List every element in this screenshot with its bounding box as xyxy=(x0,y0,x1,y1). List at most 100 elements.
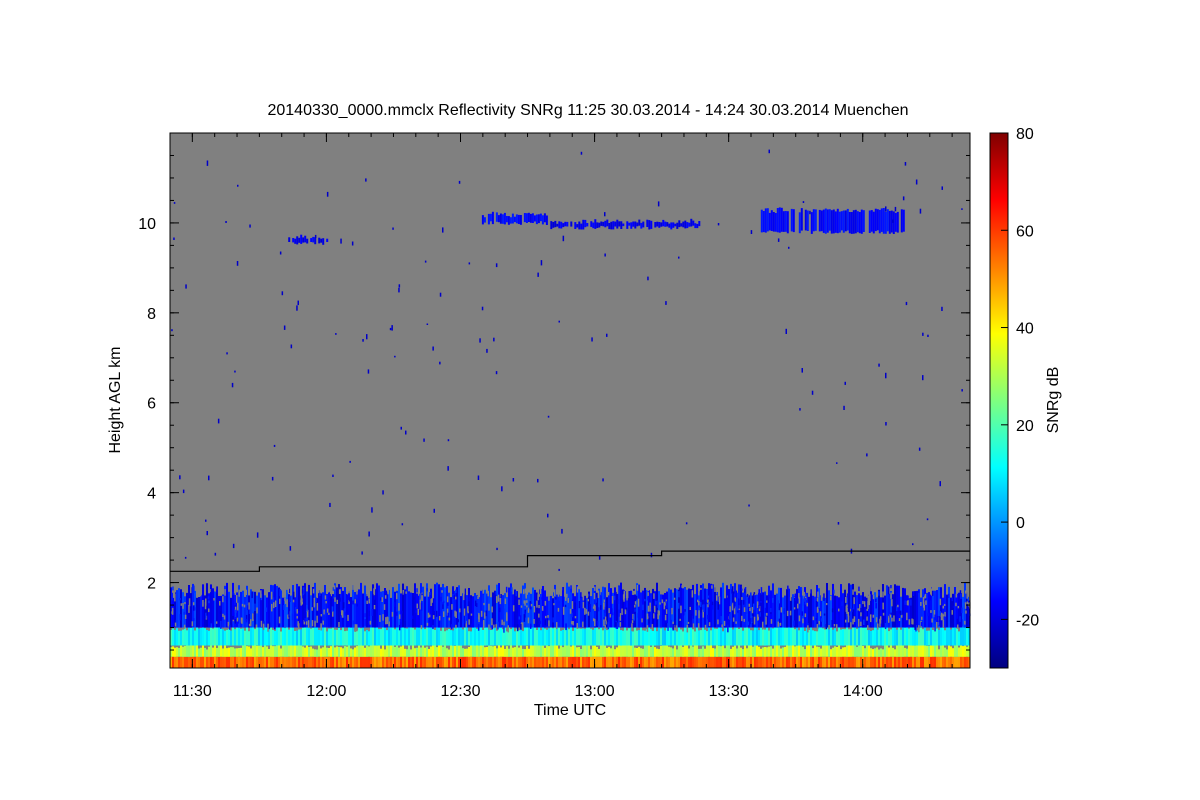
speckle-mark xyxy=(798,615,801,622)
speckle-mark xyxy=(288,610,290,618)
echo-column xyxy=(588,624,590,646)
echo-column xyxy=(284,628,286,646)
speckle-mark xyxy=(679,618,681,621)
echo-column xyxy=(842,593,844,628)
echo-column xyxy=(652,631,654,646)
speckle-mark xyxy=(862,600,864,605)
echo-column xyxy=(910,656,912,668)
echo-column xyxy=(800,626,802,646)
speckle-mark xyxy=(430,598,432,606)
speckle-mark xyxy=(507,625,509,633)
echo-column xyxy=(600,627,602,646)
speckle-mark xyxy=(382,614,384,621)
speckle-mark xyxy=(750,617,753,622)
echo-column xyxy=(766,647,768,657)
noise-pixel xyxy=(561,528,563,534)
speckle-mark xyxy=(964,590,967,594)
noise-pixel xyxy=(922,332,924,336)
echo-column xyxy=(176,656,178,668)
echo-column xyxy=(256,645,258,657)
echo-column xyxy=(310,628,312,646)
echo-column xyxy=(194,630,196,646)
speckle-mark xyxy=(930,610,932,613)
echo-column xyxy=(532,644,534,657)
echo-column xyxy=(370,627,372,646)
echo-column xyxy=(944,656,946,668)
speckle-mark xyxy=(214,585,217,592)
echo-column xyxy=(776,627,778,646)
echo-column xyxy=(830,626,832,646)
echo-column xyxy=(946,624,948,646)
echo-column xyxy=(242,628,244,646)
noise-pixel xyxy=(750,230,753,234)
echo-column xyxy=(202,656,204,668)
echo-column xyxy=(208,656,210,668)
speckle-mark xyxy=(914,624,916,630)
noise-pixel xyxy=(468,262,471,265)
noise-pixel xyxy=(332,474,334,477)
speckle-mark xyxy=(608,608,610,614)
echo-column xyxy=(656,656,658,668)
echo-column xyxy=(804,656,806,668)
echo-column xyxy=(236,626,238,646)
echo-column xyxy=(772,648,774,657)
echo-column xyxy=(448,649,450,657)
speckle-mark xyxy=(695,610,697,616)
echo-column xyxy=(458,656,460,668)
speckle-mark xyxy=(655,600,657,605)
echo-column xyxy=(536,656,538,668)
echo-column xyxy=(852,625,854,646)
speckle-mark xyxy=(468,593,470,602)
echo-column xyxy=(616,219,619,229)
echo-column xyxy=(954,656,956,668)
speckle-mark xyxy=(600,592,602,596)
echo-column xyxy=(782,211,785,232)
speckle-mark xyxy=(548,620,550,627)
echo-column xyxy=(302,646,304,657)
speckle-mark xyxy=(415,610,417,613)
echo-column xyxy=(444,587,446,628)
echo-column xyxy=(606,647,608,657)
speckle-mark xyxy=(391,611,394,617)
echo-column xyxy=(774,213,777,232)
echo-column xyxy=(218,596,220,628)
echo-column xyxy=(744,626,746,646)
speckle-mark xyxy=(646,613,649,620)
echo-column xyxy=(660,594,662,628)
speckle-mark xyxy=(789,610,792,616)
echo-column xyxy=(836,631,838,646)
echo-column xyxy=(509,217,512,224)
echo-column xyxy=(336,587,338,628)
echo-column xyxy=(856,656,858,668)
speckle-mark xyxy=(571,601,574,609)
echo-column xyxy=(304,235,307,243)
echo-column xyxy=(442,624,444,646)
speckle-mark xyxy=(544,600,547,606)
echo-column xyxy=(280,648,282,657)
speckle-mark xyxy=(464,615,467,624)
speckle-mark xyxy=(336,599,338,604)
echo-column xyxy=(202,626,204,646)
echo-column xyxy=(832,656,834,668)
echo-column xyxy=(606,219,609,227)
echo-column xyxy=(836,595,838,628)
echo-column xyxy=(820,210,823,232)
x-tick-label: 11:30 xyxy=(173,683,212,700)
echo-column xyxy=(688,222,691,227)
echo-column xyxy=(500,647,502,657)
echo-column xyxy=(794,629,796,646)
noise-pixel xyxy=(802,201,805,203)
echo-column xyxy=(924,625,926,646)
echo-column xyxy=(430,626,432,646)
speckle-mark xyxy=(753,616,756,625)
echo-column xyxy=(316,649,318,657)
speckle-mark xyxy=(850,622,852,628)
speckle-mark xyxy=(704,624,707,630)
speckle-mark xyxy=(737,610,739,613)
speckle-mark xyxy=(180,603,182,606)
noise-pixel xyxy=(389,327,392,331)
speckle-mark xyxy=(429,617,431,623)
echo-column xyxy=(852,644,854,657)
speckle-mark xyxy=(555,596,557,600)
echo-column xyxy=(896,656,898,668)
